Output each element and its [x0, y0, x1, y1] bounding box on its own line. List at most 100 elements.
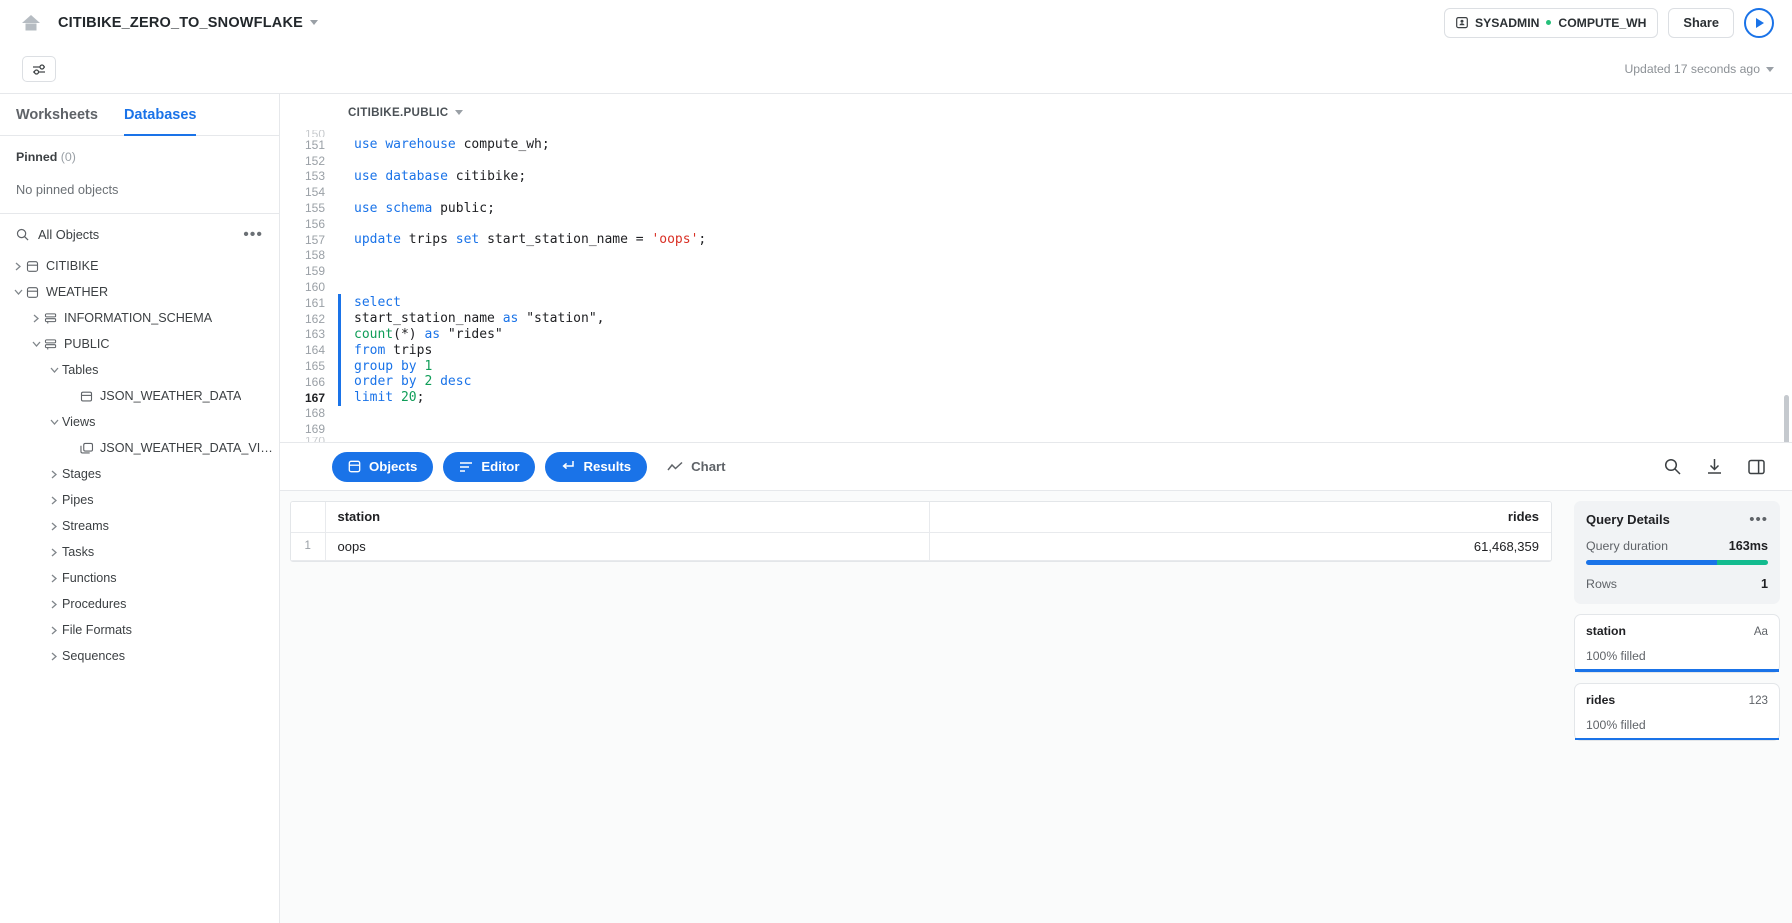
editor-line[interactable]: 156	[280, 216, 1792, 232]
chart-button[interactable]: Chart	[657, 452, 735, 482]
editor-line[interactable]: 160	[280, 279, 1792, 295]
editor-line[interactable]: 166order by 2 desc	[280, 374, 1792, 390]
editor-line[interactable]: 162start_station_name as "station",	[280, 311, 1792, 327]
chevron-right-icon[interactable]	[46, 600, 62, 609]
tree-item-tables[interactable]: Tables	[0, 357, 279, 383]
download-results-button[interactable]	[1704, 457, 1724, 477]
editor-line[interactable]: 152	[280, 153, 1792, 169]
tree-item-functions[interactable]: Functions	[0, 565, 279, 591]
search-results-button[interactable]	[1662, 457, 1682, 477]
column-header-rides[interactable]: rides	[930, 502, 1551, 532]
home-icon[interactable]	[14, 6, 48, 40]
editor-line[interactable]: 153use database citibike;	[280, 169, 1792, 185]
tree-item-sequences[interactable]: Sequences	[0, 643, 279, 669]
chevron-down-icon	[455, 110, 463, 115]
table-row[interactable]: 1oops61,468,359	[291, 532, 1551, 560]
editor-scrollbar[interactable]	[1784, 395, 1789, 442]
editor-line[interactable]: 159	[280, 263, 1792, 279]
results-button[interactable]: Results	[545, 452, 647, 482]
worksheet-title[interactable]: CITIBIKE_ZERO_TO_SNOWFLAKE	[58, 15, 318, 31]
updated-timestamp[interactable]: Updated 17 seconds ago	[1624, 62, 1774, 76]
query-details-title: Query Details	[1586, 512, 1670, 527]
cell-rides[interactable]: 61,468,359	[930, 532, 1551, 560]
tree-item-json-weather-data-view[interactable]: JSON_WEATHER_DATA_VIEW	[0, 435, 279, 461]
chevron-down-icon[interactable]	[46, 366, 62, 374]
results-grid[interactable]: station rides 1oops61,468,359	[290, 501, 1552, 562]
code-line: update trips set start_station_name = 'o…	[338, 232, 1792, 247]
editor-line[interactable]: 163count(*) as "rides"	[280, 327, 1792, 343]
chevron-down-icon[interactable]	[46, 418, 62, 426]
tree-item-label: Tasks	[62, 545, 94, 559]
tree-item-weather[interactable]: WEATHER	[0, 279, 279, 305]
tree-item-json-weather-data[interactable]: JSON_WEATHER_DATA	[0, 383, 279, 409]
editor-line[interactable]: 168	[280, 406, 1792, 422]
editor-line[interactable]: 154	[280, 184, 1792, 200]
ellipsis-icon[interactable]: •••	[243, 231, 263, 239]
editor-line[interactable]: 161select	[280, 295, 1792, 311]
tree-item-views[interactable]: Views	[0, 409, 279, 435]
chevron-right-icon[interactable]	[46, 496, 62, 505]
tree-item-pipes[interactable]: Pipes	[0, 487, 279, 513]
chevron-right-icon[interactable]	[28, 314, 44, 323]
editor-line[interactable]: 151use warehouse compute_wh;	[280, 137, 1792, 153]
tab-worksheets[interactable]: Worksheets	[16, 94, 98, 136]
code-line: use warehouse compute_wh;	[338, 137, 1792, 152]
results-label: Results	[583, 459, 631, 474]
tree-item-stages[interactable]: Stages	[0, 461, 279, 487]
tree-item-label: Views	[62, 415, 95, 429]
run-query-button[interactable]	[1744, 8, 1774, 38]
chevron-right-icon[interactable]	[46, 548, 62, 557]
share-button[interactable]: Share	[1668, 8, 1734, 38]
tree-item-public[interactable]: PUBLIC	[0, 331, 279, 357]
split-panel-button[interactable]	[1746, 457, 1766, 477]
updated-text: Updated 17 seconds ago	[1624, 62, 1760, 76]
chevron-right-icon[interactable]	[10, 262, 26, 271]
editor-line[interactable]: 169	[280, 421, 1792, 437]
line-number: 156	[280, 217, 338, 231]
database-schema-selector[interactable]: CITIBIKE.PUBLIC	[348, 106, 463, 119]
tree-item-citibike[interactable]: CITIBIKE	[0, 253, 279, 279]
column-stat-card[interactable]: rides123100% filled	[1574, 683, 1780, 742]
editor-line[interactable]: 167limit 20;	[280, 390, 1792, 406]
pinned-header: Pinned (0)	[16, 150, 263, 164]
tree-item-information-schema[interactable]: INFORMATION_SCHEMA	[0, 305, 279, 331]
editor-line[interactable]: 157update trips set start_station_name =…	[280, 232, 1792, 248]
tab-databases[interactable]: Databases	[124, 94, 197, 136]
query-duration-bar	[1586, 560, 1768, 565]
editor-line[interactable]: 155use schema public;	[280, 200, 1792, 216]
tree-item-file formats[interactable]: File Formats	[0, 617, 279, 643]
all-objects-row[interactable]: All Objects •••	[0, 214, 279, 253]
tree-item-procedures[interactable]: Procedures	[0, 591, 279, 617]
chevron-right-icon[interactable]	[46, 522, 62, 531]
line-number: 166	[280, 375, 338, 389]
column-stat-card[interactable]: stationAa100% filled	[1574, 614, 1780, 673]
editor-line[interactable]: 164from trips	[280, 342, 1792, 358]
chevron-right-icon[interactable]	[46, 470, 62, 479]
editor-line[interactable]: 150	[280, 130, 1792, 137]
chevron-right-icon[interactable]	[46, 574, 62, 583]
column-fill-text: 100% filled	[1586, 707, 1768, 738]
sql-editor[interactable]: 150151use warehouse compute_wh;152153use…	[280, 130, 1792, 442]
code-line: group by 1	[338, 359, 1792, 374]
object-tree[interactable]: CITIBIKEWEATHERINFORMATION_SCHEMAPUBLICT…	[0, 253, 279, 923]
editor-line[interactable]: 170	[280, 437, 1792, 442]
chevron-down-icon[interactable]	[28, 340, 44, 348]
tree-item-streams[interactable]: Streams	[0, 513, 279, 539]
column-header-station[interactable]: station	[325, 502, 930, 532]
editor-button[interactable]: Editor	[443, 452, 535, 482]
line-number: 168	[280, 406, 338, 420]
column-stat-cards: stationAa100% filled rides123100% filled	[1574, 614, 1780, 741]
ellipsis-icon[interactable]: •••	[1749, 516, 1768, 524]
schema-icon	[44, 338, 64, 351]
warehouse-label: COMPUTE_WH	[1558, 16, 1646, 30]
cell-station[interactable]: oops	[325, 532, 930, 560]
editor-line[interactable]: 165group by 1	[280, 358, 1792, 374]
editor-line[interactable]: 158	[280, 248, 1792, 264]
worksheet-settings-button[interactable]	[22, 56, 56, 82]
tree-item-tasks[interactable]: Tasks	[0, 539, 279, 565]
objects-button[interactable]: Objects	[332, 452, 433, 482]
role-warehouse-pill[interactable]: SYSADMIN COMPUTE_WH	[1444, 8, 1658, 38]
chevron-down-icon[interactable]	[10, 288, 26, 296]
chevron-right-icon[interactable]	[46, 626, 62, 635]
chevron-right-icon[interactable]	[46, 652, 62, 661]
